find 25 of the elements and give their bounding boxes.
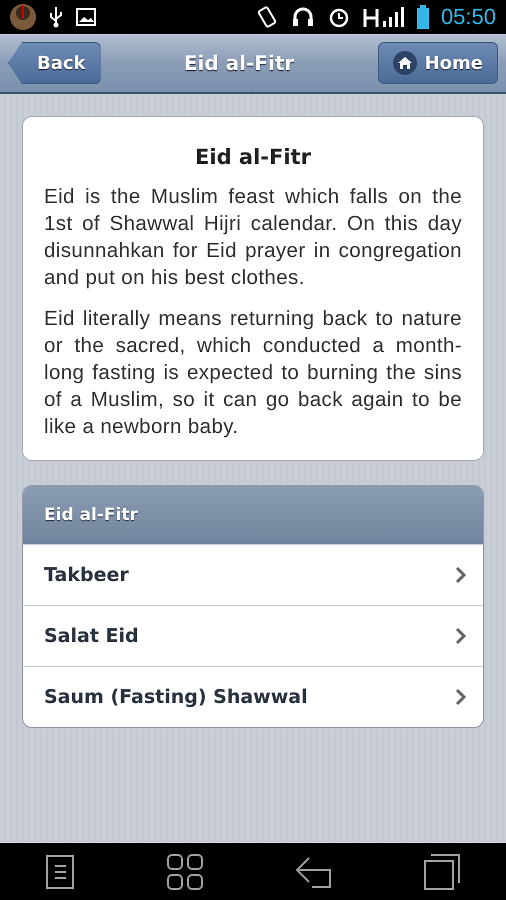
chevron-icon [455,688,467,706]
menu-icon[interactable] [46,854,76,888]
page-title: Eid al-Fitr [184,51,294,75]
list-item[interactable]: Salat Eid [23,605,483,666]
chevron-icon [455,566,467,584]
chevron-icon [455,627,467,645]
home-button[interactable]: Home [378,42,498,84]
status-time: 05:50 [440,4,496,30]
card-title: Eid al-Fitr [194,145,312,169]
battery-icon [416,5,429,29]
image-icon [76,8,96,26]
app-avatar-icon [10,4,36,30]
list-item[interactable]: Saum (Fasting) Shawwal [23,666,483,727]
paragraph: Eid literally means returning back to nature or the sacred, which conducted a month-long fasting is expected to burning the sins of a Muslim, so it can go back again to be like a newborn baby. [44,306,462,440]
list-item[interactable]: Takbeer [23,544,483,605]
apps-grid-icon[interactable] [167,854,204,890]
home-icon [392,51,417,75]
back-button[interactable]: Back [8,42,101,84]
recent-apps-icon[interactable] [424,854,460,890]
signal-icon [362,5,405,29]
back-arrow-icon[interactable] [294,854,333,888]
usb-icon [48,6,64,28]
list-header: Eid al-Fitr [23,486,483,544]
paragraph: Eid is the Muslim feast which falls on the 1st of Shawwal Hijri calendar. On this day disunnahkan for Eid prayer in congregation and put on his best clothes. [44,184,462,291]
headphones-icon [290,5,315,29]
